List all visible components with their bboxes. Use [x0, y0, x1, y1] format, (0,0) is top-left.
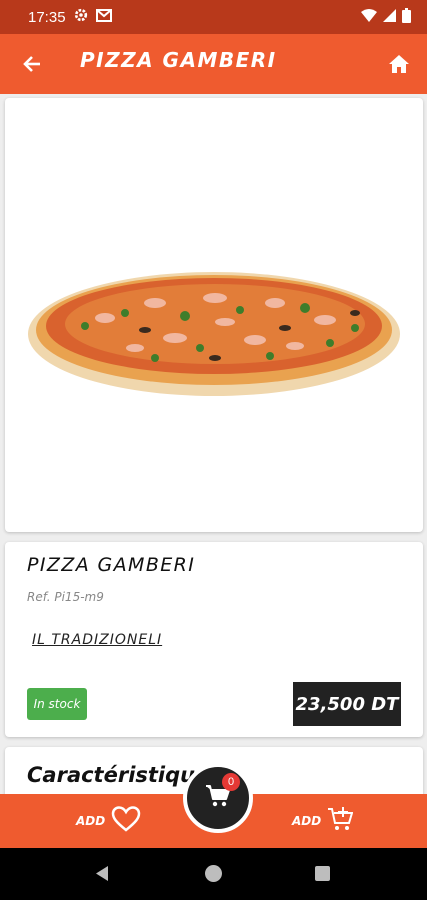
battery-icon [402, 7, 411, 27]
home-icon[interactable] [385, 50, 413, 78]
product-image [28, 272, 400, 396]
app-bar: PIZZA GAMBERI [0, 34, 427, 94]
stock-badge: In stock [27, 688, 87, 720]
product-category-link[interactable]: IL TRADIZIONELI [32, 632, 162, 648]
nav-home-icon[interactable] [205, 865, 222, 882]
status-bar-right [361, 7, 411, 27]
page-title: PIZZA GAMBERI [80, 48, 277, 72]
add-to-cart-button[interactable]: ADD [292, 806, 354, 836]
spec-title: Caractéristique [27, 763, 210, 787]
heart-icon [111, 806, 141, 836]
product-info-card: PIZZA GAMBERI Ref. Pi15-m9 IL TRADIZIONE… [5, 542, 423, 737]
price-label: 23,500 DT [293, 682, 401, 726]
status-bar: 17:35 [0, 0, 427, 34]
nav-recents-icon[interactable] [315, 866, 330, 881]
system-nav-bar [0, 848, 427, 900]
product-name: PIZZA GAMBERI [27, 554, 196, 576]
add-cart-label: ADD [292, 814, 322, 828]
wifi-icon [361, 8, 377, 26]
cart-button[interactable] [183, 763, 253, 833]
cart-count-badge: 0 [222, 773, 240, 791]
gmail-icon [95, 8, 112, 26]
add-to-favorites-button[interactable]: ADD [76, 806, 141, 836]
status-time: 17:35 [28, 8, 66, 26]
add-fav-label: ADD [76, 814, 106, 828]
arrow-left-icon[interactable] [18, 50, 46, 78]
product-image-card [5, 98, 423, 532]
status-bar-left: 17:35 [28, 8, 112, 26]
product-ref: Ref. Pi15-m9 [27, 590, 104, 604]
nav-back-icon[interactable] [94, 865, 110, 886]
signal-icon [383, 8, 396, 26]
cart-plus-icon [327, 806, 354, 836]
gear-icon [74, 8, 88, 26]
